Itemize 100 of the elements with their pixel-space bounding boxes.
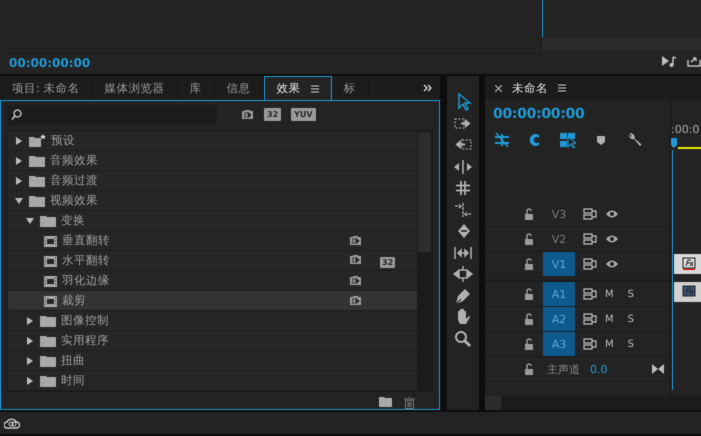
play-audio-icon[interactable] <box>661 55 677 67</box>
scroll-bar[interactable] <box>417 131 432 391</box>
timecode[interactable]: 00:00:00:00 <box>9 56 90 70</box>
mute-button[interactable]: M <box>605 314 614 324</box>
mute-button[interactable]: M <box>605 288 614 300</box>
export-icon[interactable] <box>687 55 701 67</box>
yuv-effect-badge[interactable]: YUV <box>291 108 316 121</box>
tree-label: 扭曲 <box>61 353 85 368</box>
collapsed-triangle-icon[interactable] <box>16 176 22 184</box>
fx-badge-icon <box>682 285 696 298</box>
sequence-tab[interactable]: 未命名 <box>512 80 548 96</box>
track-target[interactable]: V2 <box>543 227 575 251</box>
linked-selection-icon[interactable] <box>560 132 576 148</box>
expanded-triangle-icon[interactable] <box>15 198 23 204</box>
tree-row[interactable]: 垂直翻转 <box>8 231 417 251</box>
tree-label: 音频效果 <box>50 153 98 168</box>
nest-sequence-icon[interactable] <box>494 132 510 148</box>
timecode[interactable]: 00:00:00:00 <box>485 100 670 122</box>
eye-icon[interactable] <box>605 259 619 269</box>
eye-icon[interactable] <box>605 209 619 219</box>
panel-tab[interactable]: 媒体浏览器 <box>92 76 178 100</box>
sync-lock-icon[interactable] <box>583 288 597 300</box>
overflow-chevron-icon[interactable] <box>423 84 433 92</box>
tree-row[interactable]: 预设 <box>8 131 417 151</box>
rolling-edit-icon[interactable] <box>453 178 473 198</box>
close-icon[interactable] <box>495 84 502 92</box>
sync-lock-icon[interactable] <box>583 208 597 220</box>
solo-button[interactable]: S <box>628 314 634 324</box>
search-field[interactable] <box>7 104 217 124</box>
ruler-time: :00:0 <box>671 123 700 136</box>
new-folder-icon[interactable] <box>379 397 392 407</box>
tree-row[interactable]: 实用程序 <box>8 331 417 351</box>
panel-tab[interactable]: 信息 <box>214 76 264 100</box>
collapsed-triangle-icon[interactable] <box>27 316 33 324</box>
collapsed-triangle-icon[interactable] <box>16 136 22 144</box>
playhead-icon[interactable] <box>671 138 677 148</box>
tree-row[interactable]: 音频效果 <box>8 151 417 171</box>
lock-icon[interactable] <box>523 363 535 375</box>
solo-button[interactable]: S <box>628 288 634 300</box>
tree-label: 垂直翻转 <box>62 233 110 248</box>
zoom-icon[interactable] <box>453 328 473 348</box>
tree-label: 裁剪 <box>62 293 86 308</box>
tree-label: 实用程序 <box>61 333 109 348</box>
lock-icon[interactable] <box>523 313 535 325</box>
solo-button[interactable]: S <box>628 338 634 350</box>
collapsed-triangle-icon[interactable] <box>16 156 22 164</box>
sync-lock-icon[interactable] <box>583 313 597 325</box>
tree-row[interactable]: 音频过渡 <box>8 171 417 191</box>
eye-icon[interactable] <box>605 234 619 244</box>
tree-label: 时间 <box>61 373 85 388</box>
tree-row[interactable]: 变换 <box>8 211 417 231</box>
lock-icon[interactable] <box>523 288 535 300</box>
32-bit-effect-badge[interactable]: 32 <box>264 108 282 121</box>
folder-icon <box>40 374 56 386</box>
track-target[interactable]: V3 <box>543 202 575 226</box>
collapsed-triangle-icon[interactable] <box>27 356 33 364</box>
panel-tab[interactable]: 效果 <box>264 76 332 100</box>
collapsed-triangle-icon[interactable] <box>27 376 33 384</box>
accelerated-effect-icon <box>349 235 362 246</box>
track-label: 主声道 <box>547 362 580 376</box>
video-clip[interactable] <box>674 254 701 274</box>
folder-icon <box>40 354 56 366</box>
audio-clip[interactable] <box>674 282 701 302</box>
folder-icon <box>29 194 45 206</box>
menu-icon[interactable] <box>558 84 566 92</box>
folder-icon <box>40 314 56 326</box>
mute-button[interactable]: M <box>605 338 614 350</box>
effect-icon <box>44 234 57 246</box>
volume-value[interactable]: 0.0 <box>590 362 608 376</box>
tree-label: 羽化边缘 <box>62 273 110 288</box>
lock-icon[interactable] <box>523 258 535 270</box>
sync-lock-icon[interactable] <box>583 258 597 270</box>
scroll-bar[interactable] <box>542 37 701 51</box>
expanded-triangle-icon[interactable] <box>26 218 34 224</box>
collapsed-triangle-icon[interactable] <box>27 336 33 344</box>
slide-tool-icon[interactable] <box>453 264 473 284</box>
lock-icon[interactable] <box>523 233 535 245</box>
accelerated-effect-icon[interactable] <box>241 109 254 120</box>
tree-label: 变换 <box>61 213 85 228</box>
cloud-icon[interactable] <box>4 417 20 429</box>
search-icon <box>11 109 22 120</box>
panel-tab[interactable]: 库 <box>178 76 215 100</box>
sync-lock-icon[interactable] <box>583 233 597 245</box>
tree-label: 图像控制 <box>61 313 109 328</box>
bowtie-icon[interactable] <box>652 364 664 374</box>
sync-lock-icon[interactable] <box>583 338 597 350</box>
menu-icon[interactable] <box>310 84 319 92</box>
tree-row[interactable]: 裁剪 <box>8 291 417 311</box>
tree-label: 水平翻转 <box>62 253 110 268</box>
wrench-icon[interactable] <box>626 132 642 148</box>
trash-icon[interactable] <box>404 397 415 409</box>
folder-icon <box>29 174 45 186</box>
panel-tab[interactable]: 标 <box>332 76 369 100</box>
effect-icon <box>44 294 57 306</box>
accelerated-effect-icon <box>349 275 362 286</box>
lock-icon[interactable] <box>523 208 535 220</box>
folder-icon <box>29 154 45 166</box>
folder-icon <box>40 214 56 226</box>
lock-icon[interactable] <box>523 338 535 350</box>
scroll-bar[interactable] <box>485 396 701 410</box>
